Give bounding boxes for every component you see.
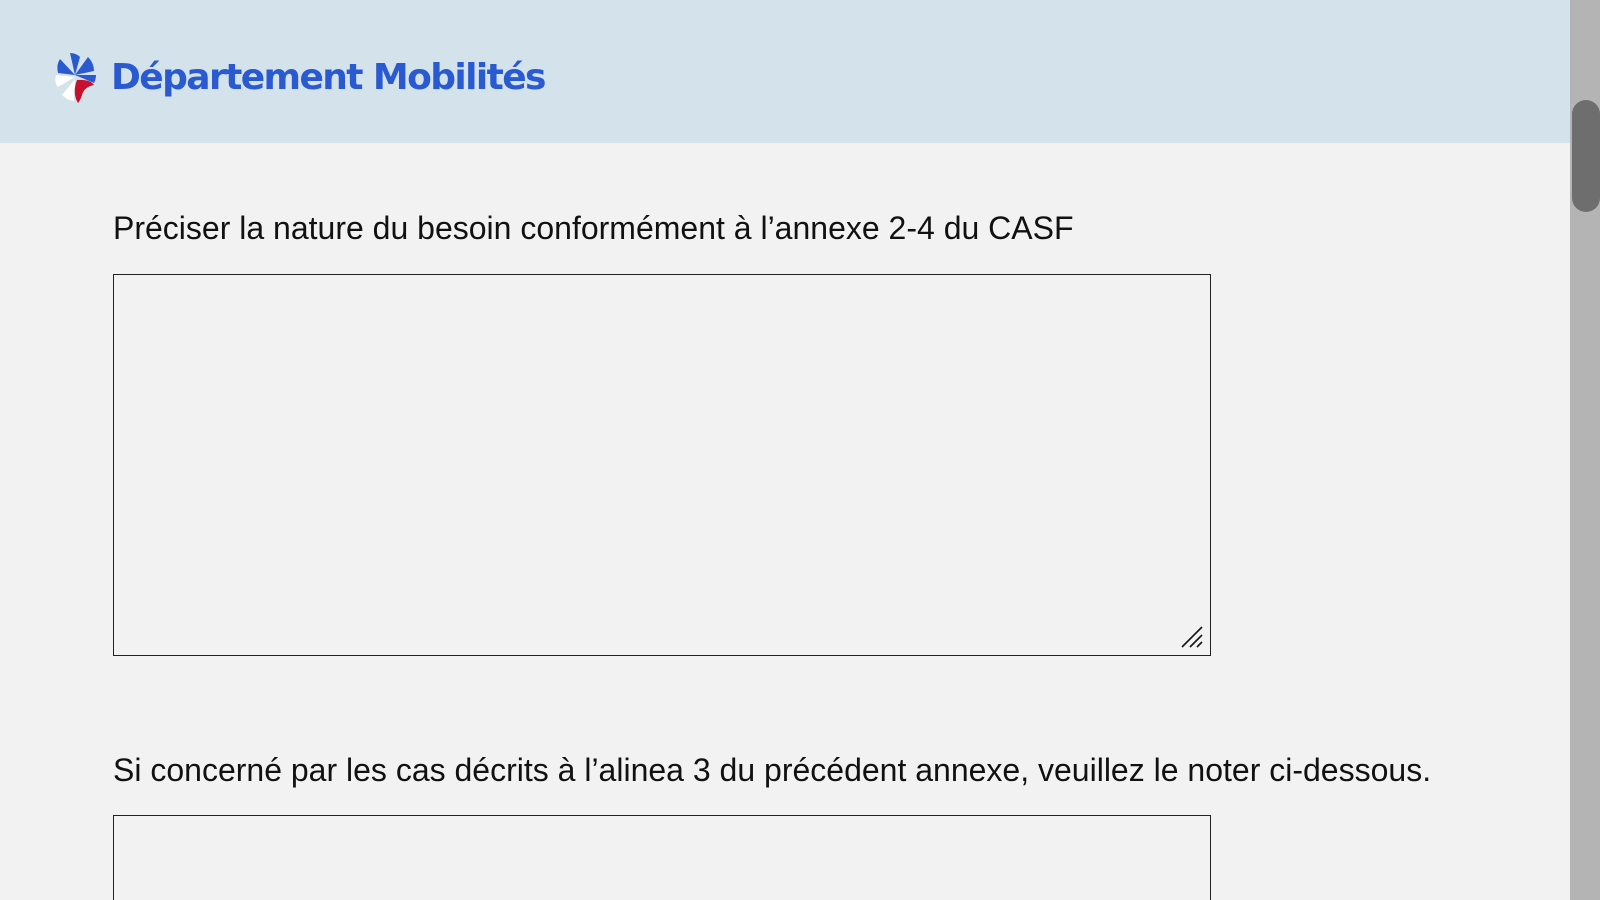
alinea-case-textarea[interactable] [113, 815, 1211, 900]
scrollbar-thumb[interactable] [1572, 100, 1600, 212]
need-nature-textarea[interactable] [113, 274, 1211, 656]
mobility-logo-icon[interactable] [54, 53, 96, 103]
alinea-case-label: Si concerné par les cas décrits à l’alin… [113, 752, 1432, 788]
need-nature-label: Préciser la nature du besoin conformémen… [113, 210, 1074, 246]
form-content: Préciser la nature du besoin conformémen… [0, 143, 1570, 900]
brand-title[interactable]: Département Mobilités [111, 52, 546, 104]
resize-handle-icon[interactable] [1180, 625, 1206, 651]
logo-white-petals [55, 75, 75, 101]
page: Département Mobilités Préciser la nature… [0, 0, 1600, 900]
logo-red-petal [74, 79, 94, 103]
site-header: Département Mobilités [0, 0, 1570, 143]
